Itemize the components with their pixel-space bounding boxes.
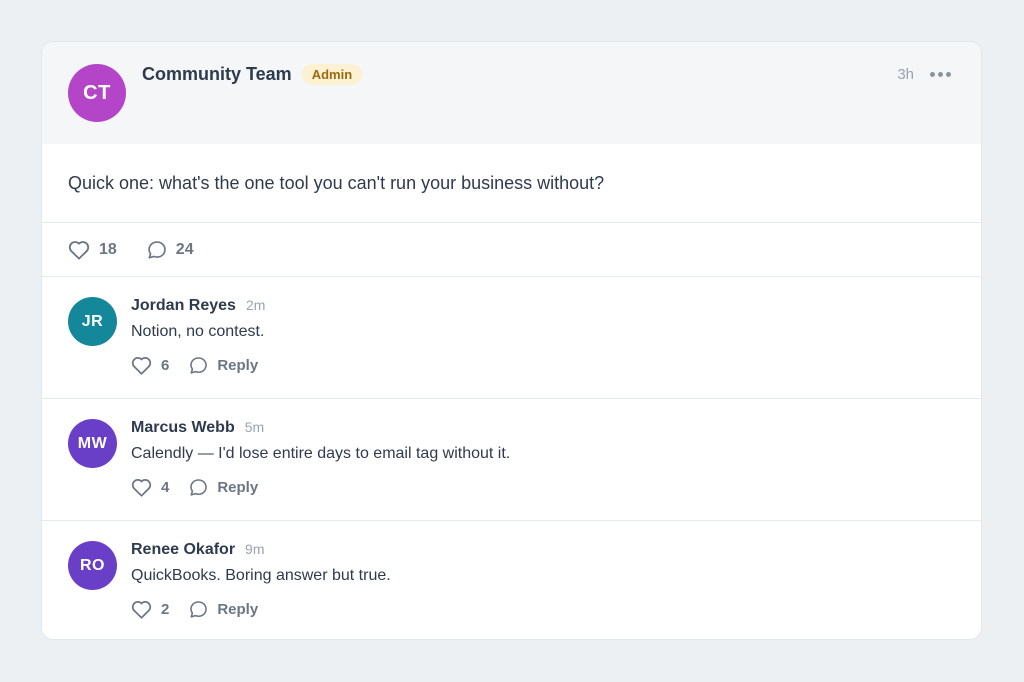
comment-icon: [189, 478, 208, 497]
heart-icon: [131, 478, 152, 497]
comment-item: JR Jordan Reyes 2m Notion, no contest. 6: [42, 277, 981, 399]
commenter-avatar[interactable]: RO: [68, 541, 117, 590]
comment-like-count: 4: [161, 479, 170, 496]
post-comment-count: 24: [175, 240, 194, 258]
commenter-name[interactable]: Marcus Webb: [131, 419, 235, 437]
admin-badge: Admin: [301, 64, 363, 85]
comment-actions: 2 Reply: [131, 600, 278, 619]
commenter-name[interactable]: Renee Okafor: [131, 541, 235, 559]
author-name[interactable]: Community Team: [142, 64, 292, 85]
commenter-avatar[interactable]: JR: [68, 297, 117, 346]
author-row: Community Team Admin: [142, 64, 363, 85]
reply-button[interactable]: Reply: [189, 600, 258, 619]
reply-label: Reply: [217, 479, 259, 496]
comment-text: Calendly — I'd lose entire days to email…: [131, 445, 511, 462]
reply-button[interactable]: Reply: [189, 356, 258, 375]
heart-icon: [131, 356, 152, 375]
heart-icon: [131, 600, 152, 619]
post-like-count: 18: [99, 240, 117, 258]
comment-timestamp: 2m: [245, 297, 266, 313]
post-timestamp: 3h: [897, 66, 914, 83]
comment-icon: [147, 240, 167, 260]
more-horizontal-icon[interactable]: [928, 70, 953, 79]
post-header: CT Community Team Admin 3h: [42, 42, 981, 144]
author-avatar[interactable]: CT: [68, 64, 126, 122]
post-stats: 18 24: [42, 223, 981, 277]
post-card: CT Community Team Admin 3h Quick one: wh…: [41, 41, 982, 640]
comment-timestamp: 5m: [244, 419, 265, 435]
comment-like-button[interactable]: 4: [131, 478, 169, 497]
comment-list: JR Jordan Reyes 2m Notion, no contest. 6: [42, 277, 981, 639]
comment-header: Marcus Webb 5m: [131, 419, 264, 437]
comment-actions: 6 Reply: [131, 356, 278, 375]
comment-like-button[interactable]: 2: [131, 600, 169, 619]
post-body: Quick one: what's the one tool you can't…: [42, 144, 981, 223]
post-comment-button[interactable]: 24: [147, 240, 194, 260]
comment-like-count: 6: [161, 357, 170, 374]
comment-item: RO Renee Okafor 9m QuickBooks. Boring an…: [42, 521, 981, 639]
comment-actions: 4 Reply: [131, 478, 278, 497]
comment-like-count: 2: [161, 601, 170, 618]
comment-header: Renee Okafor 9m: [131, 541, 265, 559]
commenter-initials: MW: [77, 434, 108, 452]
comment-header: Jordan Reyes 2m: [131, 297, 265, 315]
reply-label: Reply: [217, 601, 259, 618]
commenter-initials: RO: [80, 556, 105, 574]
commenter-initials: JR: [81, 312, 104, 330]
reply-button[interactable]: Reply: [189, 478, 258, 497]
comment-timestamp: 9m: [245, 541, 265, 557]
reply-label: Reply: [217, 357, 259, 374]
comment-item: MW Marcus Webb 5m Calendly — I'd lose en…: [42, 399, 981, 521]
author-initials: CT: [83, 81, 111, 104]
comment-icon: [189, 356, 208, 375]
comment-text: Notion, no contest.: [131, 323, 265, 340]
comment-icon: [189, 600, 208, 619]
post-like-button[interactable]: 18: [68, 240, 117, 260]
post-text: Quick one: what's the one tool you can't…: [68, 173, 605, 193]
post-meta: 3h: [897, 66, 953, 83]
heart-icon: [68, 240, 90, 260]
comment-text: QuickBooks. Boring answer but true.: [131, 567, 391, 584]
commenter-avatar[interactable]: MW: [68, 419, 117, 468]
commenter-name[interactable]: Jordan Reyes: [131, 297, 236, 315]
comment-like-button[interactable]: 6: [131, 356, 169, 375]
